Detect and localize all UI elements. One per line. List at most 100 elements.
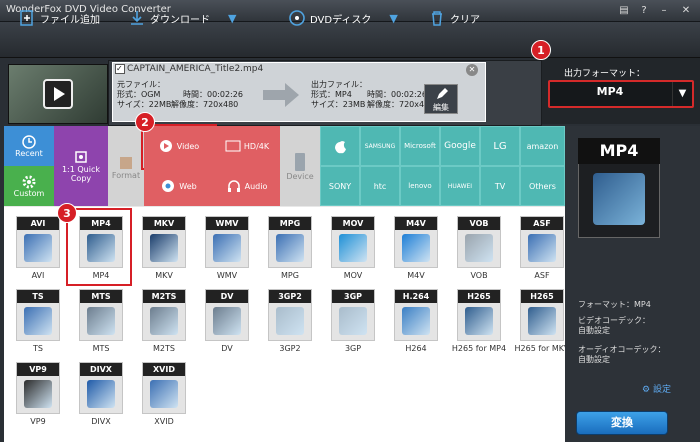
play-button[interactable] xyxy=(43,79,73,109)
format-tile-mpg[interactable]: MPG MPG xyxy=(260,210,320,283)
menu-icon[interactable]: ▤ xyxy=(614,3,634,19)
format-tile-m2ts[interactable]: M2TS M2TS xyxy=(134,283,194,356)
format-icon: 3GP xyxy=(331,289,375,341)
minimize-button[interactable]: – xyxy=(654,3,674,19)
brand-sony[interactable]: SONY xyxy=(320,166,360,206)
download-icon xyxy=(128,9,146,27)
format-tile-vob[interactable]: VOB VOB xyxy=(449,210,509,283)
format-tile-divx[interactable]: DIVX DIVX xyxy=(71,356,131,429)
brand-htc[interactable]: htc xyxy=(360,166,400,206)
format-icon: M4V xyxy=(394,216,438,268)
format-tile-h265-for-mkv[interactable]: H265 H265 for MKV xyxy=(512,283,572,356)
format-name: M4V xyxy=(407,271,425,280)
format-name: 3GP xyxy=(344,344,362,353)
clear-label: クリア xyxy=(450,14,480,26)
brand-google[interactable]: Google xyxy=(440,126,480,166)
category-custom[interactable]: Custom xyxy=(4,166,54,206)
add-file-icon xyxy=(18,9,36,27)
format-icon-label: MTS xyxy=(80,290,122,303)
format-icon: H265 xyxy=(520,289,564,341)
step-badge-1: 1 xyxy=(531,40,551,60)
brand-lg[interactable]: LG xyxy=(480,126,520,166)
format-picture xyxy=(24,380,52,408)
output-format-label: 出力フォーマット： xyxy=(564,69,646,79)
category-hd-label: HD/4K xyxy=(243,141,270,151)
video-preview[interactable] xyxy=(8,64,108,124)
format-icon xyxy=(120,156,132,169)
info-audio-codec-value: 自動設定 xyxy=(578,355,610,364)
category-recent-label: Recent xyxy=(15,148,43,158)
format-tile-ts[interactable]: TS TS xyxy=(8,283,68,356)
format-name: DV xyxy=(221,344,233,353)
task-checkbox[interactable]: ✓ xyxy=(115,64,125,74)
category-format[interactable]: Format xyxy=(108,126,144,206)
format-tile-dv[interactable]: DV DV xyxy=(197,283,257,356)
format-icon-label: MKV xyxy=(143,217,185,230)
format-name: H265 for MP4 xyxy=(451,344,507,353)
settings-gear-icon: ⚙ xyxy=(642,385,651,395)
format-tile-h264[interactable]: H.264 H264 xyxy=(386,283,446,356)
format-icon: VP9 xyxy=(16,362,60,414)
brand-huawei[interactable]: HUAWEI xyxy=(440,166,480,206)
video-highlight xyxy=(141,124,217,170)
format-tile-3gp2[interactable]: 3GP2 3GP2 xyxy=(260,283,320,356)
format-icon-label: M2TS xyxy=(143,290,185,303)
format-tile-wmv[interactable]: WMV WMV xyxy=(197,210,257,283)
brand-tv[interactable]: TV xyxy=(480,166,520,206)
category-hd[interactable]: HD/4K xyxy=(214,126,280,166)
format-icon-label: TS xyxy=(17,290,59,303)
category-quick-copy[interactable]: 1:1 Quick Copy xyxy=(54,126,108,206)
download-dropdown-icon[interactable]: ▼ xyxy=(228,12,236,25)
brand-samsung[interactable]: SAMSUNG xyxy=(360,126,400,166)
format-name: MOV xyxy=(343,271,363,280)
dvd-dropdown-icon[interactable]: ▼ xyxy=(389,12,397,25)
brand-microsoft[interactable]: Microsoft xyxy=(400,126,440,166)
help-icon[interactable]: ? xyxy=(634,3,654,19)
format-tile-vp9[interactable]: VP9 VP9 xyxy=(8,356,68,429)
format-icon-label: 3GP2 xyxy=(269,290,311,303)
settings-link[interactable]: ⚙ 設定 xyxy=(642,382,671,395)
download-button[interactable]: ダウンロード ▼ xyxy=(128,6,236,30)
brand-amazon[interactable]: amazon xyxy=(520,126,565,166)
format-name: XVID xyxy=(154,417,174,426)
format-icon-label: H265 xyxy=(458,290,500,303)
category-device[interactable]: Device xyxy=(280,126,320,206)
brand-apple[interactable] xyxy=(320,126,360,166)
format-tile-m4v[interactable]: M4V M4V xyxy=(386,210,446,283)
category-recent[interactable]: Recent xyxy=(4,126,54,166)
category-audio[interactable]: Audio xyxy=(214,166,280,206)
format-tile-mts[interactable]: MTS MTS xyxy=(71,283,131,356)
format-tile-asf[interactable]: ASF ASF xyxy=(512,210,572,283)
brand-others[interactable]: Others xyxy=(520,166,565,206)
dvd-disc-label: DVDディスク xyxy=(310,14,372,26)
format-picture xyxy=(276,234,304,262)
format-tile-avi[interactable]: AVI AVI xyxy=(8,210,68,283)
step-badge-2: 2 xyxy=(135,112,155,132)
format-name: AVI xyxy=(31,271,45,280)
edit-button[interactable]: 編集 xyxy=(424,84,458,114)
format-name: ASF xyxy=(534,271,550,280)
format-tile-xvid[interactable]: XVID XVID xyxy=(134,356,194,429)
format-tile-3gp[interactable]: 3GP 3GP xyxy=(323,283,383,356)
category-web-label: Web xyxy=(179,181,197,191)
category-web[interactable]: Web xyxy=(144,166,214,206)
settings-label: 設定 xyxy=(652,385,671,395)
output-dropdown-icon[interactable]: ▼ xyxy=(672,82,692,106)
format-tile-mov[interactable]: MOV MOV xyxy=(323,210,383,283)
category-custom-label: Custom xyxy=(13,188,45,198)
dvd-disc-button[interactable]: DVDディスク ▼ xyxy=(288,6,398,30)
format-tile-h265-for-mp4[interactable]: H265 H265 for MP4 xyxy=(449,283,509,356)
info-format: フォーマット：MP4 xyxy=(578,300,651,309)
remove-task-icon[interactable]: ✕ xyxy=(466,64,478,76)
format-tile-mkv[interactable]: MKV MKV xyxy=(134,210,194,283)
format-picture xyxy=(87,307,115,335)
add-file-button[interactable]: ファイル追加 xyxy=(18,6,100,30)
format-name: TS xyxy=(33,344,43,353)
brand-lenovo[interactable]: lenovo xyxy=(400,166,440,206)
clear-button[interactable]: クリア xyxy=(428,6,480,30)
format-name: MTS xyxy=(92,344,110,353)
format-picture xyxy=(150,380,178,408)
close-button[interactable]: ✕ xyxy=(676,3,696,19)
convert-button[interactable]: 変換 xyxy=(576,411,668,435)
format-picture xyxy=(24,234,52,262)
